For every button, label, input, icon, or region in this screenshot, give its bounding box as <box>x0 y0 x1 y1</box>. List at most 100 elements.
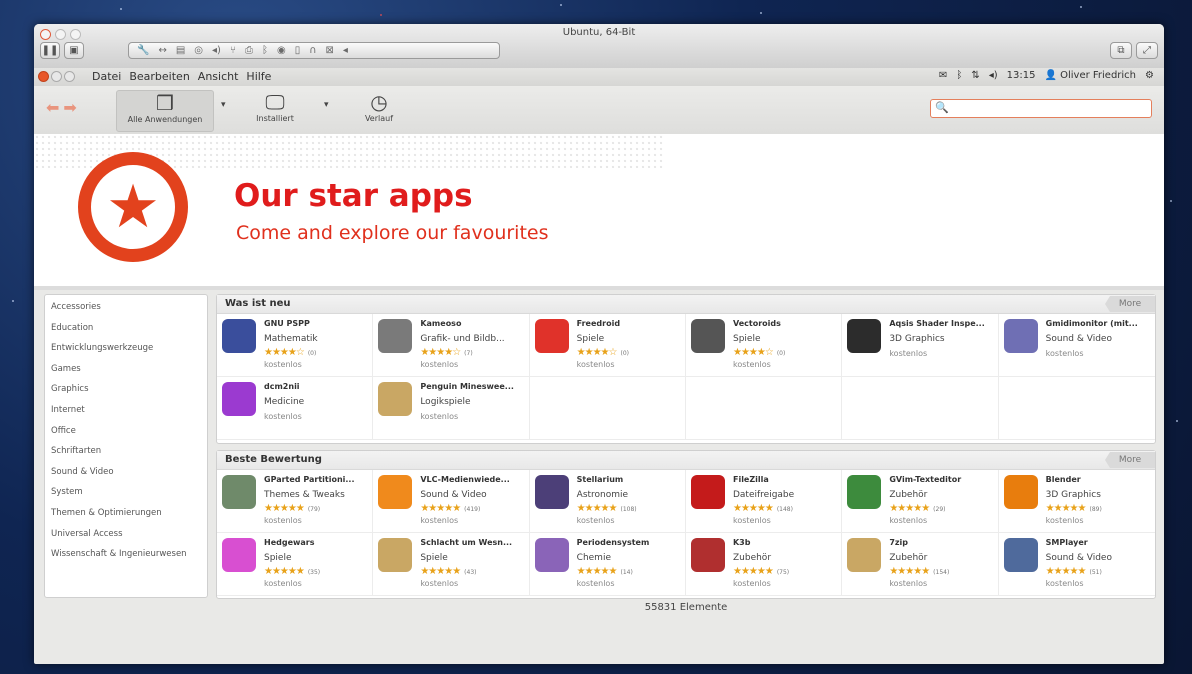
sidebar-item[interactable]: Themen & Optimierungen <box>51 505 207 526</box>
camera-icon[interactable]: ◎ <box>194 45 203 56</box>
mail-icon[interactable]: ✉ <box>939 70 947 81</box>
sidebar-item[interactable]: Graphics <box>51 381 207 402</box>
app-tile[interactable]: Stellarium Astronomie ★★★★★ (108) kostenlos <box>529 470 686 533</box>
sidebar-item[interactable]: Games <box>51 361 207 382</box>
sidebar-item[interactable]: Office <box>51 423 207 444</box>
tab-alle-anwendungen-label: Alle Anwendungen <box>127 115 203 124</box>
printer-icon[interactable]: ⎙ <box>245 45 253 56</box>
tab-verlauf[interactable]: ◷ Verlauf <box>346 90 412 130</box>
resize-button[interactable]: ⤢ <box>1136 42 1158 59</box>
app-category: Spiele <box>420 553 448 563</box>
app-tile[interactable]: Aqsis Shader Inspe... 3D Graphics kostenlo… <box>842 314 999 377</box>
network-indicator-icon[interactable]: ⇅ <box>971 70 979 81</box>
app-tile[interactable]: dcm2nii Medicine kostenlos <box>217 377 374 440</box>
app-category: Sound & Video <box>1045 334 1112 344</box>
menu-hilfe[interactable]: Hilfe <box>246 70 271 83</box>
app-tile[interactable]: Gmidimonitor (mit... Sound & Video kostenl… <box>998 314 1155 377</box>
app-tile[interactable]: Vectoroids Spiele ★★★★☆ (0) kostenlos <box>685 314 843 377</box>
app-price: kostenlos <box>264 360 302 369</box>
more-button[interactable]: More <box>1105 296 1155 312</box>
section-title: Was ist neu <box>225 298 291 309</box>
app-tile[interactable]: VLC-Medienwiede... Sound & Video ★★★★★ (419… <box>373 470 530 533</box>
menu-datei[interactable]: Datei <box>92 70 121 83</box>
item-count: 55831 Elemente <box>644 602 728 613</box>
package-icon <box>378 382 413 416</box>
back-arrow-icon[interactable]: ⬅ <box>46 98 59 120</box>
app-category: 3D Graphics <box>889 334 945 344</box>
app-tile[interactable]: SMPlayer Sound & Video ★★★★★ (51) kostenlos <box>998 533 1155 596</box>
snapshot-button[interactable]: ▣ <box>64 42 84 59</box>
app-tile[interactable]: GParted Partitioni... Themes & Tweaks ★★★★… <box>217 470 374 533</box>
app-category: Mathematik <box>264 334 318 344</box>
app-category: Spiele <box>576 334 605 344</box>
app-tile[interactable]: FileZilla Dateifreigabe ★★★★★ (148) kostenlo… <box>685 470 843 533</box>
app-tile[interactable]: K3b Zubehör ★★★★★ (75) kostenlos <box>685 533 843 596</box>
app-tile[interactable]: Schlacht um Wesn... Spiele ★★★★★ (43) kosten… <box>373 533 530 596</box>
sidebar-item[interactable]: Schriftarten <box>51 443 207 464</box>
bluetooth-icon[interactable]: ᛒ <box>262 45 268 56</box>
app-close-button[interactable] <box>38 71 49 82</box>
disk-icon[interactable]: ▤ <box>176 45 185 56</box>
app-tile[interactable]: GVim-Texteditor Zubehör ★★★★★ (29) kostenlos <box>842 470 999 533</box>
package-icon <box>378 538 413 572</box>
app-tile[interactable]: Periodensystem Chemie ★★★★★ (14) kostenlos <box>529 533 686 596</box>
sharing-icon[interactable]: ⊠ <box>326 45 334 56</box>
sidebar-item[interactable]: Internet <box>51 402 207 423</box>
star-badge-icon: ★ <box>78 152 188 262</box>
sidebar-item[interactable]: Universal Access <box>51 526 207 547</box>
app-tile[interactable]: 7zip Zubehör ★★★★★ (154) kostenlos <box>842 533 999 596</box>
rating-stars: ★★★★★ (35) <box>264 566 321 577</box>
app-tile[interactable]: Hedgewars Spiele ★★★★★ (35) kostenlos <box>217 533 374 596</box>
more-button[interactable]: More <box>1105 452 1155 468</box>
user-menu[interactable]: 👤 Oliver Friedrich <box>1044 70 1136 81</box>
bluetooth-indicator-icon[interactable]: ᛒ <box>956 70 962 81</box>
sidebar-item[interactable]: System <box>51 484 207 505</box>
app-name: Freedroid <box>576 319 621 328</box>
tab-installiert[interactable]: 🖵 Installiert <box>238 90 312 130</box>
indicator-area: ✉ ᛒ ⇅ ◂) 13:15 👤 Oliver Friedrich ⚙ <box>939 70 1154 81</box>
pause-button[interactable]: ❚❚ <box>40 42 60 59</box>
app-minimize-button[interactable] <box>51 71 62 82</box>
chevron-down-icon[interactable]: ▾ <box>221 100 226 110</box>
package-icon <box>847 538 882 572</box>
vm-titlebar: Ubuntu, 64-Bit ❚❚ ▣ 🔧 ↔ ▤ ◎ ◂) ⑂ ⎙ ᛒ ◉ ▯… <box>34 24 1164 69</box>
headphones-icon[interactable]: ∩ <box>309 45 316 56</box>
menu-bearbeiten[interactable]: Bearbeiten <box>129 70 189 83</box>
clock[interactable]: 13:15 <box>1007 70 1036 81</box>
search-box[interactable]: 🔍 <box>930 99 1152 118</box>
cd-icon[interactable]: ◉ <box>277 45 286 56</box>
sidebar-item[interactable]: Education <box>51 320 207 341</box>
app-tile[interactable]: Blender 3D Graphics ★★★★★ (89) kostenlos <box>998 470 1155 533</box>
forward-arrow-icon[interactable]: ➡ <box>63 98 76 120</box>
sidebar-item[interactable]: Entwicklungswerkzeuge <box>51 340 207 361</box>
app-name: Periodensystem <box>576 538 650 547</box>
sidebar-item[interactable]: Wissenschaft & Ingenieurwesen <box>51 546 207 567</box>
app-tile[interactable]: Penguin Mineswee... Logikspiele kostenlos <box>373 377 530 440</box>
app-tile[interactable]: Kameoso Grafik- und Bildb... ★★★★☆ (7) koste… <box>373 314 530 377</box>
sidebar-item[interactable]: Sound & Video <box>51 464 207 485</box>
network-icon[interactable]: ↔ <box>158 45 166 56</box>
menu-ansicht[interactable]: Ansicht <box>198 70 239 83</box>
app-name: FileZilla <box>732 475 769 484</box>
floppy-icon[interactable]: ▯ <box>295 45 301 56</box>
monitor-icon: 🖵 <box>265 90 285 114</box>
sidebar-item[interactable]: Accessories <box>51 299 207 320</box>
settings-icon[interactable]: 🔧 <box>137 45 149 56</box>
fullscreen-button[interactable]: ⧉ <box>1110 42 1132 59</box>
app-maximize-button[interactable] <box>64 71 75 82</box>
rating-count: (43) <box>464 569 477 576</box>
gear-icon[interactable]: ⚙ <box>1145 70 1154 81</box>
tab-alle-anwendungen[interactable]: ❒ Alle Anwendungen <box>116 90 214 132</box>
app-name: 7zip <box>889 538 909 547</box>
app-tile[interactable]: GNU PSPP Mathematik ★★★★☆ (0) kostenlos <box>217 314 374 377</box>
star-apps-banner[interactable]: ★ Our star apps Come and explore our fav… <box>34 134 1164 286</box>
chevron-down-icon[interactable]: ▾ <box>324 100 329 110</box>
app-price: kostenlos <box>264 412 302 421</box>
usb-icon[interactable]: ⑂ <box>230 45 236 56</box>
volume-icon[interactable]: ◂) <box>989 70 998 81</box>
search-input[interactable] <box>949 101 1151 117</box>
user-icon: 👤 <box>1044 70 1057 81</box>
audio-icon[interactable]: ◂) <box>212 45 221 56</box>
arrow-icon[interactable]: ◂ <box>343 45 348 56</box>
app-tile[interactable]: Freedroid Spiele ★★★★☆ (0) kostenlos <box>529 314 686 377</box>
